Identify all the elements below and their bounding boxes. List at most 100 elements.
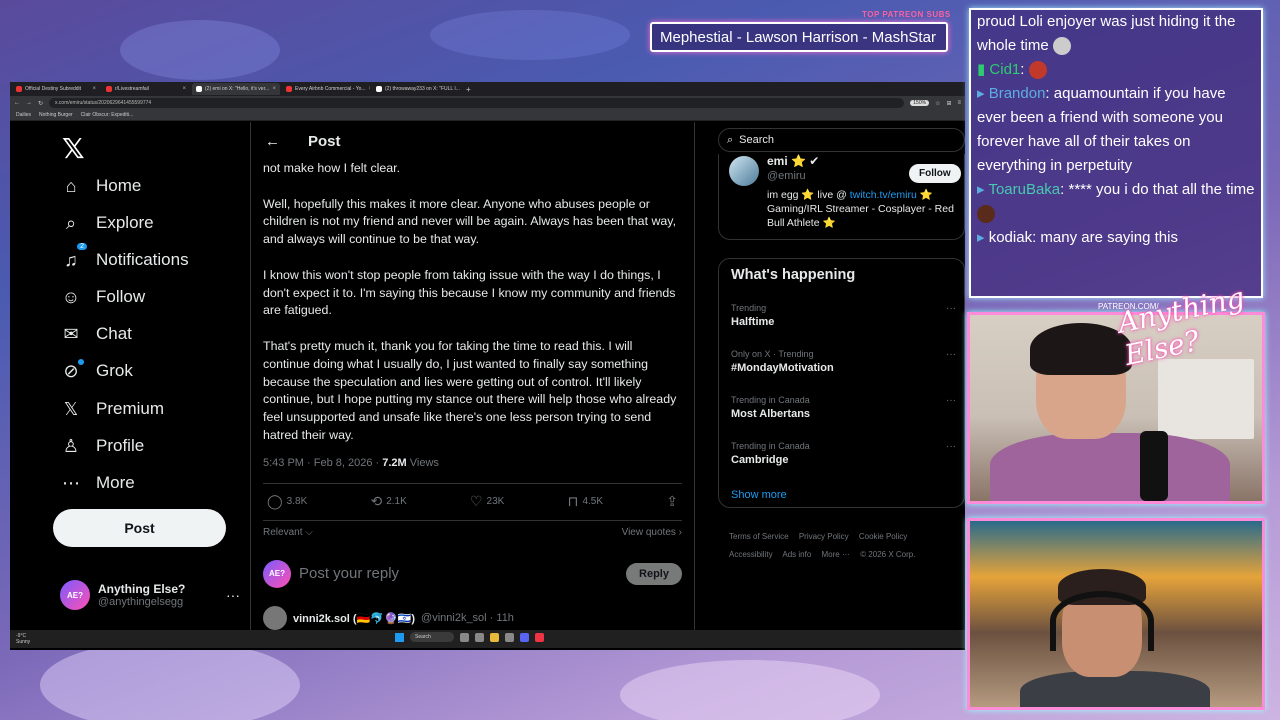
footer-link[interactable]: Ads info bbox=[782, 550, 811, 559]
account-switcher[interactable]: AE? Anything Else? @anythingelsegg ··· bbox=[60, 575, 240, 615]
close-tab-icon[interactable]: × bbox=[369, 86, 370, 92]
trend-item[interactable]: Trending Halftime ··· bbox=[731, 303, 956, 328]
browser-tab[interactable]: (2) throwaway233 on X: "FULL I...× bbox=[372, 83, 460, 95]
repost-action[interactable]: ⟲ 2.1K bbox=[370, 493, 406, 510]
forward-icon[interactable]: → bbox=[26, 100, 32, 106]
taskbar-app-icon[interactable] bbox=[475, 632, 484, 642]
folder-icon[interactable] bbox=[490, 632, 499, 642]
nav-premium[interactable]: 𝕏 Premium bbox=[60, 392, 164, 426]
browser-tab[interactable]: r/Livestreamfail × bbox=[102, 83, 190, 95]
more-icon[interactable]: ··· bbox=[226, 587, 240, 603]
background-shelf bbox=[1158, 359, 1254, 439]
browser-tab[interactable]: Every Airbnb Commercial - Yo...× bbox=[282, 83, 370, 95]
taskbar-search[interactable]: Search bbox=[410, 632, 454, 642]
chat-username[interactable]: Brandon bbox=[989, 85, 1046, 102]
background-blob bbox=[120, 20, 280, 80]
profile-bio: im egg ⭐ live @ twitch.tv/emiru ⭐ Gaming… bbox=[767, 189, 954, 229]
reload-icon[interactable]: ↻ bbox=[38, 100, 43, 107]
nav-chat[interactable]: ✉ Chat bbox=[60, 317, 131, 351]
streamer-hair bbox=[1030, 323, 1132, 375]
close-tab-icon[interactable]: × bbox=[182, 86, 186, 92]
emote-icon bbox=[1052, 37, 1071, 56]
post-actions: ◯ 3.8K ⟲ 2.1K ♡ 23K ⊓ 4.5K ⇪ bbox=[263, 482, 682, 521]
footer-link[interactable]: Accessibility bbox=[729, 550, 773, 559]
share-icon: ⇪ bbox=[666, 493, 678, 510]
taskbar-app-icon[interactable] bbox=[460, 632, 469, 642]
footer-link[interactable]: More ··· bbox=[822, 550, 850, 559]
windows-start-icon[interactable] bbox=[395, 632, 404, 642]
bookmark-item[interactable]: Clair Obscur: Expediti... bbox=[81, 112, 134, 118]
reply-composer: AE? Post your reply Reply bbox=[263, 556, 682, 592]
extensions-icon[interactable]: ⊞ bbox=[946, 100, 951, 107]
person-icon: ♙ bbox=[62, 435, 80, 456]
taskbar-app-icon[interactable] bbox=[505, 632, 514, 642]
chat-username[interactable]: Cid1 bbox=[989, 61, 1020, 78]
share-action[interactable]: ⇪ bbox=[666, 493, 678, 510]
footer-links: Terms of Service Privacy Policy Cookie P… bbox=[729, 528, 959, 564]
nav-profile[interactable]: ♙ Profile bbox=[60, 429, 144, 463]
sort-row: Relevant ⌵ View quotes › bbox=[251, 521, 694, 538]
trend-item[interactable]: Only on X · Trending #MondayMotivation ··· bbox=[731, 349, 956, 374]
like-action[interactable]: ♡ 23K bbox=[470, 493, 504, 510]
background-blob bbox=[40, 640, 300, 720]
chat-username[interactable]: kodiak bbox=[989, 229, 1032, 246]
chat-username[interactable]: ToaruBaka bbox=[988, 181, 1060, 198]
sort-dropdown[interactable]: Relevant ⌵ bbox=[263, 527, 313, 538]
reply-button[interactable]: Reply bbox=[626, 562, 682, 585]
post-button[interactable]: Post bbox=[53, 509, 226, 547]
bookmark-action[interactable]: ⊓ 4.5K bbox=[568, 493, 604, 510]
follow-button[interactable]: Follow bbox=[909, 164, 961, 183]
comment-icon: ◯ bbox=[267, 493, 283, 510]
x-logo-icon[interactable]: 𝕏 bbox=[62, 132, 85, 165]
discord-icon[interactable] bbox=[520, 632, 529, 642]
reply-tweet-header[interactable]: vinni2k.sol (🇩🇪🐬🔮🇮🇱) @vinni2k_sol · 11h bbox=[263, 606, 514, 630]
avatar[interactable] bbox=[729, 156, 759, 186]
footer-link[interactable]: Cookie Policy bbox=[859, 532, 907, 541]
search-input[interactable]: ⌕ Search bbox=[718, 128, 965, 152]
nav-home[interactable]: ⌂ Home bbox=[60, 169, 142, 203]
bookmark-star-icon[interactable]: ☆ bbox=[935, 100, 940, 107]
more-icon[interactable]: ··· bbox=[946, 349, 956, 360]
bookmark-item[interactable]: Nothing Burger bbox=[39, 112, 73, 118]
weather-widget[interactable]: -9°C Sunny bbox=[16, 633, 30, 645]
nav-notifications[interactable]: ♫ 2 Notifications bbox=[60, 242, 189, 277]
profile-name[interactable]: emi ⭐ ✔ bbox=[767, 154, 819, 168]
bell-icon: ♫ 2 bbox=[60, 242, 87, 271]
bookmark-item[interactable]: Dailies bbox=[16, 112, 31, 118]
footer-link[interactable]: Privacy Policy bbox=[799, 532, 849, 541]
unread-dot bbox=[78, 358, 84, 365]
left-nav: 𝕏 ⌂ Home ⌕ Explore ♫ 2 Notifications ☺ Follow… bbox=[10, 122, 250, 630]
close-tab-icon[interactable]: × bbox=[92, 86, 96, 92]
trend-item[interactable]: Trending in Canada Cambridge ··· bbox=[731, 441, 956, 466]
reply-input[interactable]: Post your reply bbox=[299, 565, 618, 582]
more-icon[interactable]: ··· bbox=[946, 395, 956, 406]
bio-link[interactable]: twitch.tv/emiru bbox=[850, 189, 917, 201]
url-field[interactable]: x.com/emiru/status/2020629641455599774 bbox=[49, 98, 905, 108]
trend-item[interactable]: Trending in Canada Most Albertans ··· bbox=[731, 395, 956, 420]
close-tab-icon[interactable]: × bbox=[272, 86, 276, 92]
more-icon[interactable]: ··· bbox=[946, 303, 956, 314]
heart-icon: ♡ bbox=[469, 493, 483, 510]
browser-tab-active[interactable]: (2) emi on X: "Hello, it's ver... × bbox=[192, 83, 280, 95]
footer-link[interactable]: Terms of Service bbox=[729, 532, 789, 541]
post-timestamp[interactable]: 5:43 PM · Feb 8, 2026 · bbox=[263, 457, 382, 469]
menu-icon[interactable]: ≡ bbox=[957, 100, 961, 106]
nav-more[interactable]: ⋯ More bbox=[60, 466, 135, 500]
zoom-indicator[interactable]: 150% bbox=[910, 100, 930, 106]
back-arrow-icon[interactable]: ← bbox=[265, 133, 280, 150]
chat-message: proud Loli enjoyer was just hiding it th… bbox=[977, 13, 1236, 56]
view-quotes-link[interactable]: View quotes › bbox=[622, 527, 682, 538]
reply-action[interactable]: ◯ 3.8K bbox=[267, 493, 307, 510]
back-icon[interactable]: ← bbox=[14, 100, 20, 106]
nav-explore[interactable]: ⌕ Explore bbox=[60, 206, 154, 240]
show-more-link[interactable]: Show more bbox=[731, 489, 787, 501]
browser-tab[interactable]: Official Destiny Subreddit × bbox=[12, 83, 100, 95]
more-icon[interactable]: ··· bbox=[946, 441, 956, 452]
new-tab-button[interactable]: + bbox=[462, 85, 475, 94]
profile-card: emi ⭐ ✔ @emiru Follow im egg ⭐ live @ tw… bbox=[718, 154, 965, 240]
home-icon: ⌂ bbox=[65, 175, 77, 196]
nav-grok[interactable]: ⊘ Grok bbox=[60, 354, 133, 388]
avatar bbox=[263, 606, 287, 630]
nav-follow[interactable]: ☺ Follow bbox=[60, 280, 145, 314]
chrome-icon[interactable] bbox=[535, 632, 544, 642]
